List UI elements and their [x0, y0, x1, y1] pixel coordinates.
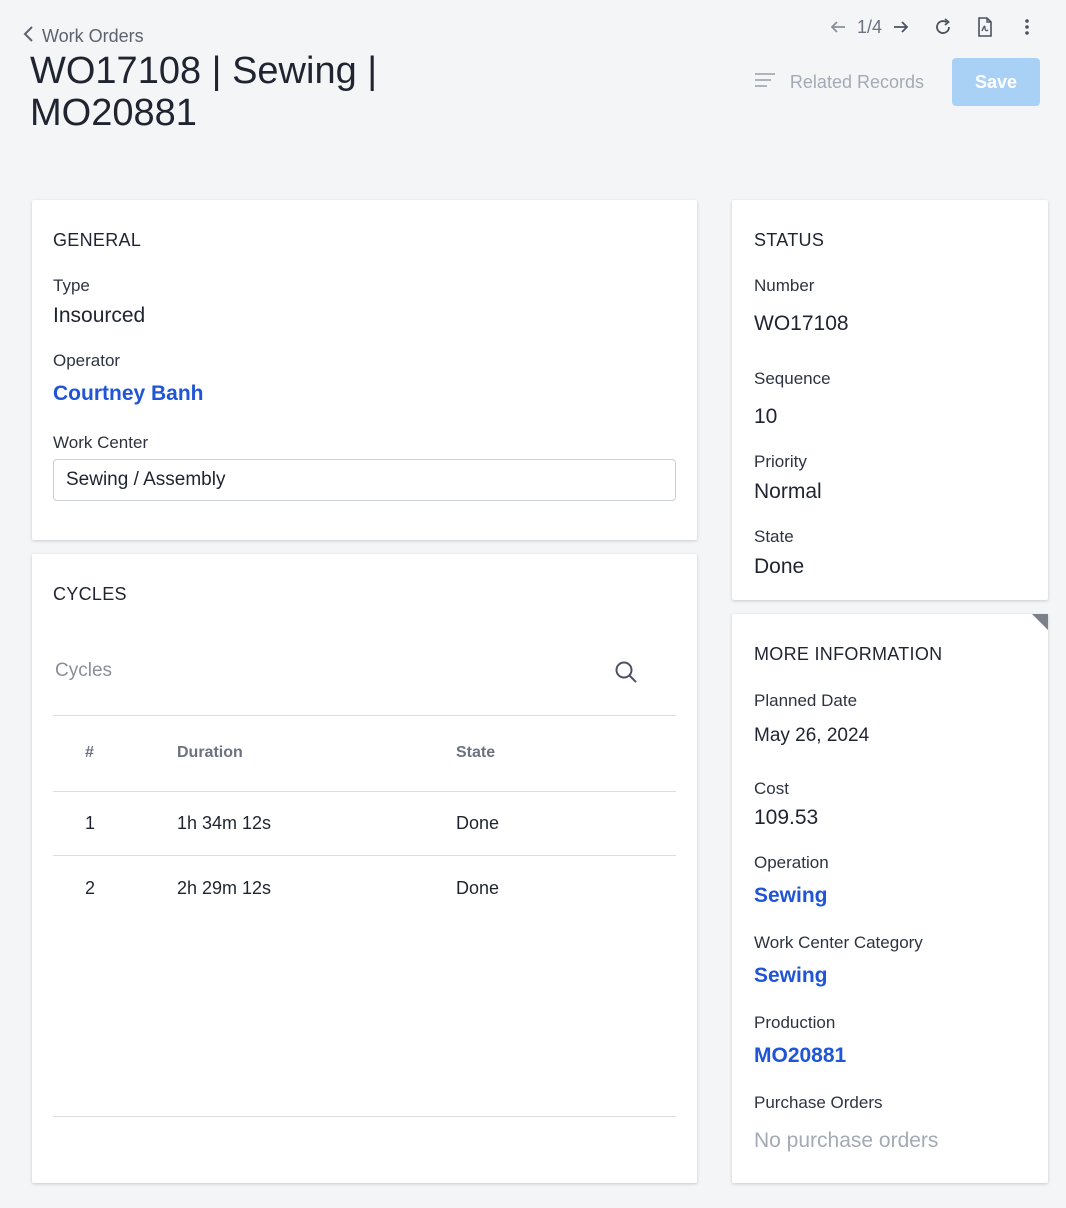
save-button[interactable]: Save [952, 58, 1040, 106]
cycles-search-row [53, 614, 676, 716]
record-toolbar: 1/4 [825, 14, 1040, 40]
production-label: Production [754, 1013, 836, 1032]
sequence-label: Sequence [754, 369, 831, 388]
arrow-right-icon[interactable] [888, 14, 914, 40]
chevron-left-icon [22, 24, 36, 49]
cycles-card-title: CYCLES [53, 584, 127, 604]
number-label: Number [754, 276, 815, 295]
work-center-category-link[interactable]: Sewing [754, 964, 828, 988]
cycles-card: CYCLES # Duration State 1 1h 34m 12s Don… [32, 554, 697, 1183]
related-records-label: Related Records [789, 71, 924, 92]
cost-value: 109.53 [754, 806, 819, 829]
kebab-menu-icon[interactable] [1014, 14, 1040, 40]
cost-label: Cost [754, 779, 789, 798]
search-icon[interactable] [614, 660, 638, 689]
work-center-field[interactable]: Sewing / Assembly [53, 459, 676, 501]
cell-state: Done [456, 878, 500, 898]
planned-date-value: May 26, 2024 [754, 725, 870, 746]
refresh-icon[interactable] [930, 14, 956, 40]
cell-number: 2 [85, 878, 96, 898]
corner-indicator [1032, 614, 1048, 630]
more-information-card: MORE INFORMATION Planned Date May 26, 20… [732, 614, 1048, 1183]
more-information-title: MORE INFORMATION [754, 644, 943, 664]
production-link[interactable]: MO20881 [754, 1044, 846, 1068]
number-value: WO17108 [754, 312, 849, 335]
operator-link[interactable]: Courtney Banh [53, 382, 204, 406]
state-value: Done [754, 555, 805, 578]
column-header-duration[interactable]: Duration [177, 744, 243, 762]
back-to-work-orders-link[interactable]: Work Orders [22, 24, 144, 49]
planned-date-label: Planned Date [754, 691, 858, 710]
type-label: Type [53, 276, 90, 295]
purchase-orders-empty: No purchase orders [754, 1129, 939, 1152]
cell-state: Done [456, 813, 500, 833]
purchase-orders-label: Purchase Orders [754, 1093, 883, 1112]
state-label: State [754, 527, 794, 546]
cycles-search-input[interactable] [55, 660, 595, 682]
operator-label: Operator [53, 351, 121, 370]
column-header-number[interactable]: # [85, 744, 94, 762]
record-pager: 1/4 [825, 14, 914, 40]
row-divider [53, 855, 676, 856]
table-bottom-divider [53, 1116, 676, 1117]
arrow-left-icon[interactable] [825, 14, 851, 40]
pager-count: 1/4 [856, 16, 882, 37]
operation-link[interactable]: Sewing [754, 884, 828, 908]
status-card: STATUS Number WO17108 Sequence 10 Priori… [732, 200, 1048, 600]
operation-label: Operation [754, 853, 829, 872]
work-center-label: Work Center [53, 433, 149, 452]
priority-value: Normal [754, 480, 822, 503]
page-title: WO17108 | Sewing | MO20881 [30, 50, 378, 134]
column-header-state[interactable]: State [456, 744, 495, 762]
pdf-icon[interactable] [972, 14, 998, 40]
header-actions: Related Records Save [754, 58, 1040, 106]
sequence-value: 10 [754, 405, 778, 428]
related-records-button[interactable]: Related Records [754, 72, 924, 93]
cell-number: 1 [85, 813, 96, 833]
list-icon [754, 72, 776, 93]
header-divider [53, 791, 676, 792]
general-card-title: GENERAL [53, 230, 142, 250]
general-card: GENERAL Type Insourced Operator Courtney… [32, 200, 697, 540]
back-link-label: Work Orders [42, 26, 144, 46]
status-card-title: STATUS [754, 230, 825, 250]
work-center-category-label: Work Center Category [754, 933, 923, 952]
cell-duration: 2h 29m 12s [177, 878, 272, 898]
priority-label: Priority [754, 452, 807, 471]
cell-duration: 1h 34m 12s [177, 813, 272, 833]
type-value: Insourced [53, 304, 146, 327]
